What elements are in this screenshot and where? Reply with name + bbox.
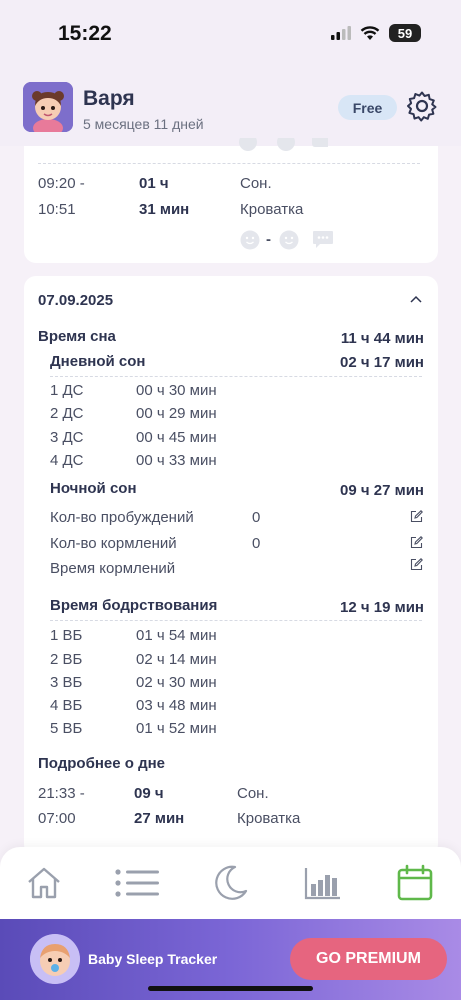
comment-icon[interactable]: [312, 230, 334, 250]
entry-type: Сон.: [240, 175, 272, 192]
promo-title: Baby Sleep Tracker: [88, 951, 218, 967]
status-icons: 59: [331, 24, 421, 42]
chevron-up-icon[interactable]: [410, 295, 422, 303]
free-badge[interactable]: Free: [338, 95, 397, 120]
sleep-time-label: Время сна: [38, 328, 116, 345]
awake-value: 01 ч 54 мин: [136, 627, 217, 644]
moon-icon[interactable]: [210, 863, 250, 903]
entry-place: Кроватка: [237, 810, 301, 827]
wakeups-value: 0: [252, 509, 261, 526]
gear-icon[interactable]: [406, 90, 438, 122]
night-sleep-total: 09 ч 27 мин: [340, 482, 424, 499]
awake-label: 2 ВБ: [50, 651, 83, 668]
nap-label: 1 ДС: [50, 382, 84, 399]
entry-place: Кроватка: [240, 201, 304, 218]
status-time: 15:22: [58, 22, 112, 45]
home-indicator[interactable]: [148, 986, 313, 991]
entry-type: Сон.: [237, 785, 269, 802]
status-bar: 15:22 59: [0, 0, 461, 68]
bottom-nav: [0, 847, 461, 919]
awake-value: 01 ч 52 мин: [136, 720, 217, 737]
entry-time-start: 21:33 -: [38, 785, 85, 802]
child-name: Варя: [83, 87, 135, 110]
profile-header: Варя 5 месяцев 11 дней Free: [0, 68, 461, 146]
child-avatar[interactable]: [23, 82, 73, 132]
child-age: 5 месяцев 11 дней: [83, 116, 204, 132]
nap-label: 3 ДС: [50, 429, 84, 446]
nap-value: 00 ч 45 мин: [136, 429, 217, 446]
feedings-value: 0: [252, 535, 261, 552]
awake-value: 03 ч 48 мин: [136, 697, 217, 714]
feedings-label: Кол-во кормлений: [50, 535, 177, 552]
go-premium-button[interactable]: GO PREMIUM: [290, 938, 447, 980]
signal-icon: [331, 26, 351, 40]
nap-value: 00 ч 29 мин: [136, 405, 217, 422]
wakeups-label: Кол-во пробуждений: [50, 509, 194, 526]
awake-value: 02 ч 14 мин: [136, 651, 217, 668]
divider: [38, 163, 420, 164]
awake-value: 02 ч 30 мин: [136, 674, 217, 691]
entry-time-start: 09:20 -: [38, 175, 85, 192]
home-icon[interactable]: [24, 863, 64, 903]
stats-icon[interactable]: [303, 863, 343, 903]
night-sleep-label: Ночной сон: [50, 480, 137, 497]
edit-icon[interactable]: [410, 510, 423, 523]
battery-indicator: 59: [389, 24, 421, 42]
day-sleep-total: 02 ч 17 мин: [340, 354, 424, 371]
entry-time-end: 07:00: [38, 810, 76, 827]
entry-duration-hours: 01 ч: [139, 175, 169, 192]
mood-icons-partial: [239, 138, 328, 151]
day-sleep-label: Дневной сон: [50, 353, 146, 370]
mood-end-icon[interactable]: [279, 230, 299, 250]
feed-time-label: Время кормлений: [50, 560, 176, 577]
edit-icon[interactable]: [410, 536, 423, 549]
awake-time-label: Время бодрствования: [50, 597, 218, 614]
wifi-icon: [360, 25, 380, 40]
divider: [50, 620, 422, 621]
day-details-label: Подробнее о дне: [38, 755, 166, 772]
mood-separator: -: [266, 231, 271, 248]
entry-duration-minutes: 27 мин: [134, 810, 185, 827]
entry-duration-minutes: 31 мин: [139, 201, 190, 218]
calendar-icon[interactable]: [395, 863, 435, 903]
sleep-time-total: 11 ч 44 мин: [340, 330, 424, 347]
edit-icon[interactable]: [410, 558, 423, 571]
awake-label: 5 ВБ: [50, 720, 83, 737]
divider: [50, 376, 422, 377]
list-icon[interactable]: [114, 863, 160, 903]
awake-label: 1 ВБ: [50, 627, 83, 644]
baby-avatar: [30, 934, 80, 984]
day-summary-card: 07.09.2025 Время сна 11 ч 44 мин Дневной…: [24, 276, 438, 856]
entry-time-end: 10:51: [38, 201, 76, 218]
day-date: 07.09.2025: [38, 292, 114, 309]
nap-value: 00 ч 33 мин: [136, 452, 217, 469]
mood-start-icon[interactable]: [240, 230, 260, 250]
nap-value: 00 ч 30 мин: [136, 382, 217, 399]
awake-label: 4 ВБ: [50, 697, 83, 714]
nap-label: 4 ДС: [50, 452, 84, 469]
awake-time-total: 12 ч 19 мин: [340, 599, 424, 616]
previous-day-card: 09:20 - 10:51 01 ч 31 мин Сон. Кроватка …: [24, 138, 438, 263]
entry-duration-hours: 09 ч: [134, 785, 164, 802]
awake-label: 3 ВБ: [50, 674, 83, 691]
nap-label: 2 ДС: [50, 405, 84, 422]
